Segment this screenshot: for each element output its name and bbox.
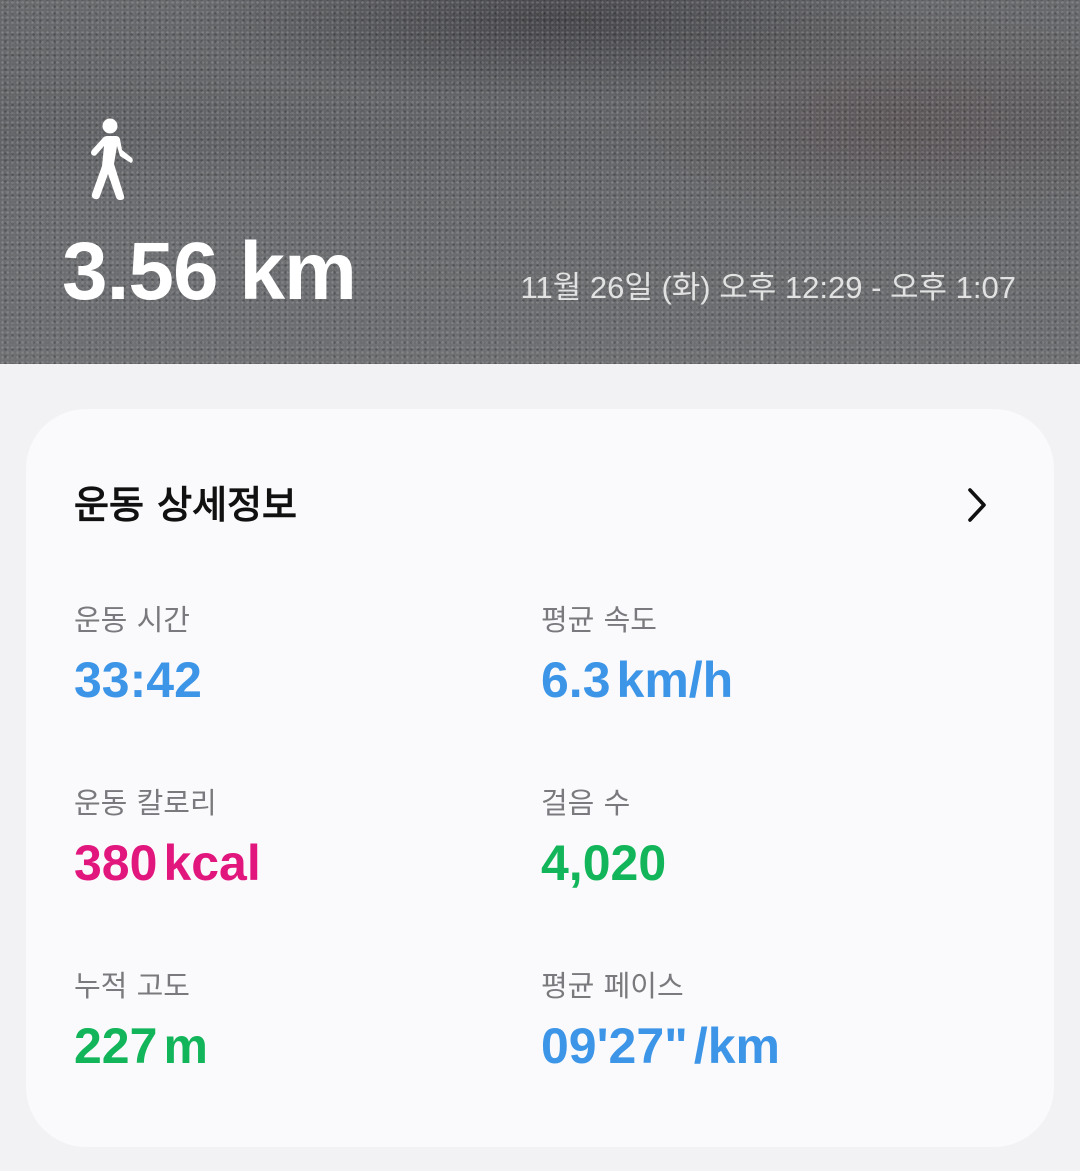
workout-time-range: 11월 26일 (화) 오후 12:29 - 오후 1:07 — [520, 270, 1016, 305]
stat-avg-speed: 평균 속도 6.3 km/h — [541, 602, 981, 708]
stat-steps: 걸음 수 4,020 — [541, 785, 981, 891]
elevation-value: 227 — [74, 1018, 158, 1074]
stat-value: 4,020 — [541, 835, 981, 891]
stat-value: 09'27"/km — [541, 1018, 981, 1074]
stat-label: 운동 칼로리 — [74, 786, 217, 820]
distance-value: 3.56 km — [62, 226, 357, 317]
calories-value: 380 — [74, 835, 158, 891]
duration-value: 33:42 — [74, 652, 202, 708]
stat-elevation: 누적 고도 227 m — [74, 968, 514, 1074]
stat-value: 227 m — [74, 1018, 514, 1074]
stat-value: 6.3 km/h — [541, 652, 981, 708]
elevation-unit: m — [163, 1018, 208, 1074]
workout-details-card[interactable]: 운동 상세정보 운동 시간 33:42 평균 속도 6.3 km/h 운동 칼로리… — [26, 409, 1054, 1147]
stat-avg-pace: 평균 페이스 09'27"/km — [541, 968, 981, 1074]
hero-banner: 3.56 km 11월 26일 (화) 오후 12:29 - 오후 1:07 — [0, 0, 1080, 364]
stat-calories: 운동 칼로리 380 kcal — [74, 785, 514, 891]
chevron-right-icon[interactable] — [962, 485, 992, 525]
pace-unit: /km — [693, 1018, 780, 1074]
stat-label: 평균 페이스 — [541, 969, 684, 1003]
pace-value: 09'27" — [541, 1018, 688, 1074]
stat-label: 평균 속도 — [541, 603, 657, 637]
stat-label: 걸음 수 — [541, 786, 631, 820]
speed-value: 6.3 — [541, 652, 611, 708]
stat-value: 33:42 — [74, 652, 514, 708]
stat-label: 누적 고도 — [74, 969, 190, 1003]
stat-value: 380 kcal — [74, 835, 514, 891]
steps-value: 4,020 — [541, 835, 667, 891]
walking-person-icon — [91, 118, 133, 200]
stat-duration: 운동 시간 33:42 — [74, 602, 514, 708]
stat-label: 운동 시간 — [74, 603, 190, 637]
calories-unit: kcal — [163, 835, 261, 891]
card-title: 운동 상세정보 — [74, 483, 297, 527]
speed-unit: km/h — [616, 652, 734, 708]
